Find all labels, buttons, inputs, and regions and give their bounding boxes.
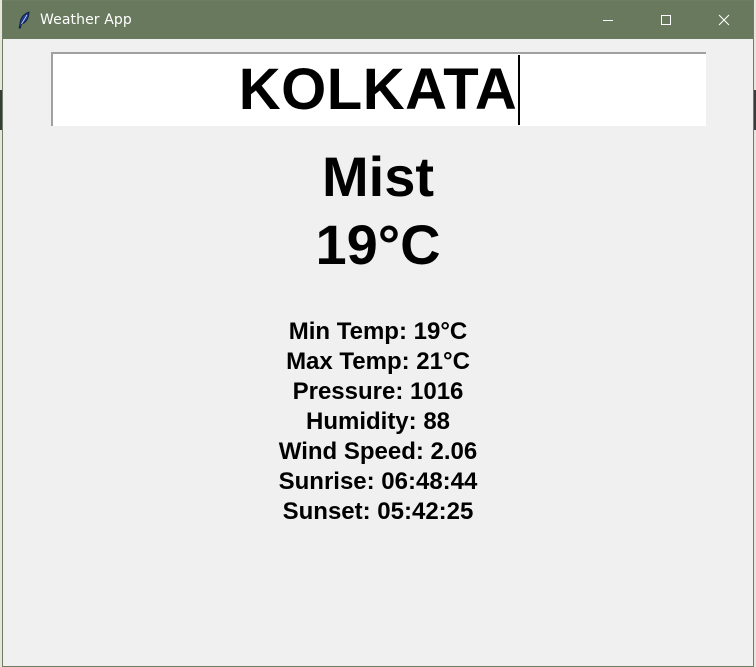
minimize-icon [603, 20, 613, 21]
current-temperature: 19°C [315, 213, 441, 276]
city-input-value: KOLKATA [238, 57, 518, 122]
title-bar[interactable]: Weather App [3, 1, 753, 39]
feather-icon [16, 11, 32, 29]
sunset-label: Sunset: 05:42:25 [282, 498, 474, 525]
window-controls [579, 1, 753, 39]
wind-speed-label: Wind Speed: 2.06 [278, 438, 478, 465]
window-title: Weather App [40, 12, 132, 28]
city-search-input[interactable]: KOLKATA [51, 52, 706, 126]
maximize-icon [661, 15, 671, 25]
close-button[interactable] [695, 1, 753, 39]
humidity-label: Humidity: 88 [305, 408, 451, 435]
minimize-button[interactable] [579, 1, 637, 39]
weather-details: Min Temp: 19°C Max Temp: 21°C Pressure: … [3, 317, 753, 527]
maximize-button[interactable] [637, 1, 695, 39]
close-icon [718, 14, 730, 26]
app-window: Weather App KOLKATA Mist 19°C Min Temp: … [2, 0, 754, 667]
sunrise-label: Sunrise: 06:48:44 [278, 468, 478, 495]
pressure-label: Pressure: 1016 [292, 378, 464, 405]
max-temp-label: Max Temp: 21°C [286, 348, 470, 375]
weather-condition: Mist [322, 145, 434, 208]
text-caret [518, 55, 521, 125]
min-temp-label: Min Temp: 19°C [288, 318, 468, 345]
